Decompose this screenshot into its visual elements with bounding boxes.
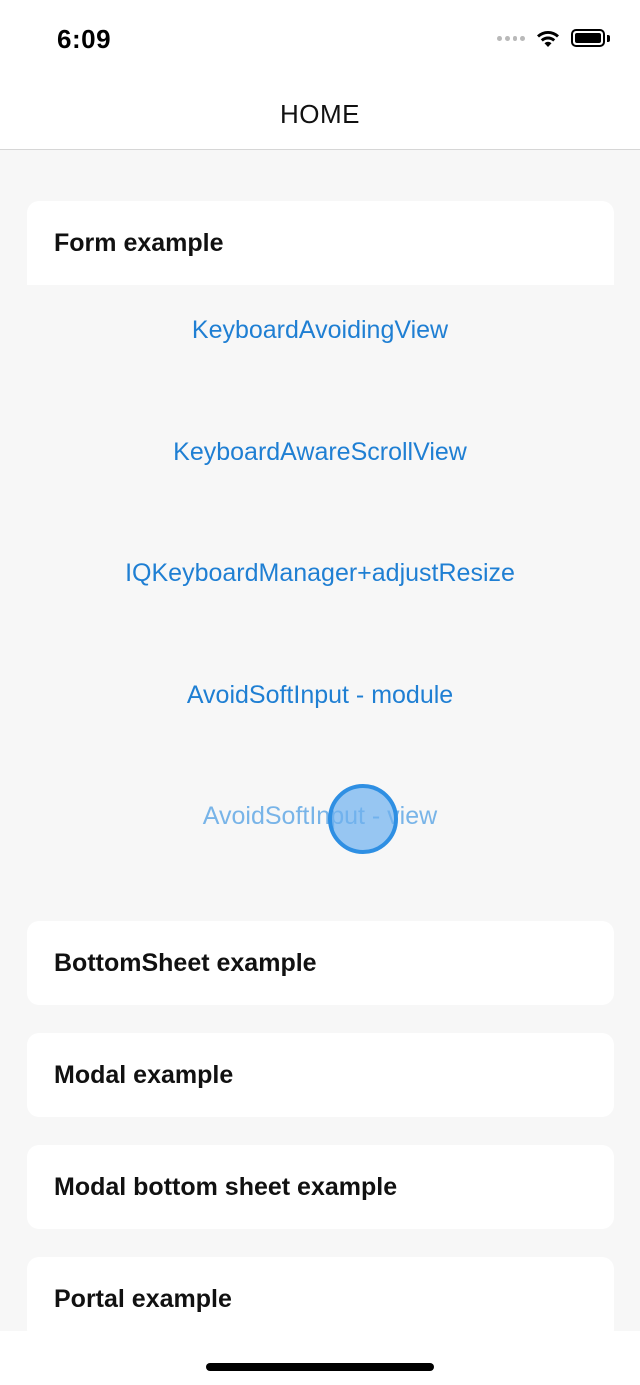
page-title: HOME bbox=[280, 99, 360, 129]
link-keyboard-aware-scroll-view[interactable]: KeyboardAwareScrollView bbox=[0, 438, 640, 467]
section-bottom-sheet-example[interactable]: BottomSheet example bbox=[27, 921, 614, 1005]
home-screen: 6:09 HOME Form example KeyboardAvoidingV… bbox=[0, 0, 640, 1385]
link-avoid-soft-input-view[interactable]: AvoidSoftInput - view bbox=[0, 802, 640, 831]
wifi-icon bbox=[535, 28, 561, 48]
link-avoid-soft-input-module[interactable]: AvoidSoftInput - module bbox=[0, 681, 640, 710]
link-iq-keyboard-manager[interactable]: IQKeyboardManager+adjustResize bbox=[0, 559, 640, 588]
section-label: Portal example bbox=[54, 1284, 232, 1313]
section-label: Modal example bbox=[54, 1060, 234, 1089]
section-label: Modal bottom sheet example bbox=[54, 1172, 398, 1201]
section-portal-example[interactable]: Portal example bbox=[27, 1257, 614, 1331]
section-modal-bottom-sheet-example[interactable]: Modal bottom sheet example bbox=[27, 1145, 614, 1229]
signal-icon bbox=[497, 35, 525, 41]
home-indicator[interactable] bbox=[206, 1363, 434, 1371]
status-bar: 6:09 bbox=[0, 0, 640, 80]
section-modal-example[interactable]: Modal example bbox=[27, 1033, 614, 1117]
section-label: BottomSheet example bbox=[54, 948, 317, 977]
link-keyboard-avoiding-view[interactable]: KeyboardAvoidingView bbox=[0, 316, 640, 345]
bottom-safe-area bbox=[0, 1331, 640, 1385]
status-time: 6:09 bbox=[57, 24, 112, 54]
touch-indicator bbox=[328, 784, 398, 854]
battery-icon bbox=[571, 29, 610, 47]
section-label: Form example bbox=[54, 228, 224, 257]
status-icons bbox=[497, 28, 610, 48]
nav-header: HOME bbox=[0, 80, 640, 150]
section-list[interactable]: Form example KeyboardAvoidingView Keyboa… bbox=[0, 151, 640, 1331]
section-form-example[interactable]: Form example bbox=[27, 201, 614, 285]
